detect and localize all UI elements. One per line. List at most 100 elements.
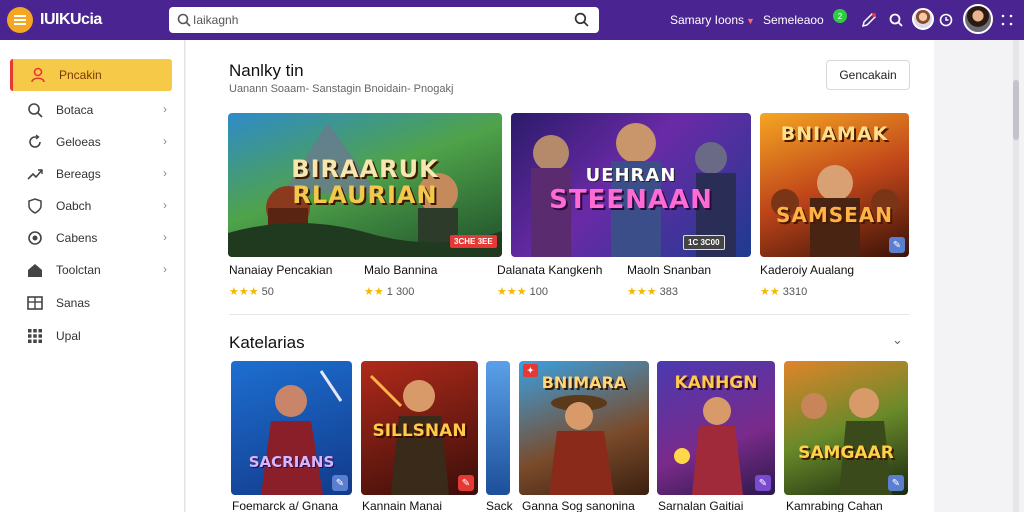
star-rating-icon: ★★ [364, 286, 384, 298]
top-link-samary[interactable]: Samary Ioons ▼ [670, 13, 755, 27]
sidebar-item-label: Upal [56, 329, 81, 343]
grid-icon [27, 296, 43, 310]
category-caption[interactable]: Ganna Sog sanonina [522, 499, 635, 512]
menu-icon[interactable] [7, 7, 33, 33]
top-link-semeleaoo[interactable]: Semeleaoo [763, 13, 824, 27]
chevron-right-icon: › [163, 102, 167, 116]
star-rating-icon: ★★★ [229, 286, 259, 298]
featured-art-title: BIRAARUK [291, 155, 439, 183]
game-title[interactable]: Dalanata Kangkenh [497, 263, 602, 277]
search-input[interactable] [193, 10, 573, 30]
sidebar-item-botaca[interactable]: Botaca › [10, 94, 172, 126]
sidebar-item-label: Cabens [56, 231, 98, 245]
featured-art-title: UEHRAN [585, 165, 677, 186]
edit-icon[interactable]: ✎ [458, 475, 474, 491]
featured-game-card[interactable]: UEHRAN STEENAAN 1C 3C00 [511, 113, 751, 257]
scrollbar[interactable] [1013, 40, 1019, 512]
sidebar-item-geloeas[interactable]: Geloeas › [10, 126, 172, 158]
category-card[interactable]: KANHGN ✎ [657, 361, 775, 495]
user-icon [31, 67, 45, 83]
category-card[interactable]: ✦ BNIMARA [519, 361, 649, 495]
star-rating-icon: ★★★ [497, 286, 527, 298]
featured-art-title: RLAURIAN [292, 181, 438, 209]
search-icon[interactable] [887, 11, 905, 29]
clock-icon[interactable] [937, 11, 955, 29]
section-subtitle: Uanann Soaam- Sanstagin Bnoidain- Pnogak… [229, 83, 454, 95]
edit-icon[interactable]: ✎ [889, 237, 905, 253]
edit-icon[interactable]: ✎ [755, 475, 771, 491]
notification-badge[interactable]: 2 [833, 9, 847, 23]
category-card[interactable]: SACRIANS ✎ [231, 361, 352, 495]
featured-art-title: SAMSEAN [775, 203, 894, 227]
refresh-icon [29, 134, 41, 148]
sidebar-item-label: Sanas [56, 296, 91, 310]
category-caption[interactable]: Kamrabing Cahan [786, 499, 883, 512]
chevron-right-icon: › [163, 262, 167, 276]
edit-icon[interactable] [860, 11, 878, 29]
game-title[interactable]: Malo Bannina [364, 263, 437, 277]
sidebar-item-label: Pncakin [59, 68, 102, 82]
category-caption[interactable]: Foemarck a/ Gnana [232, 499, 338, 512]
main-content: Nanlky tin Uanann Soaam- Sanstagin Bnoid… [186, 40, 934, 512]
search-submit-icon[interactable] [574, 12, 589, 27]
sidebar: Pncakin Botaca › Geloeas › Bereags › Oab… [0, 40, 185, 512]
sidebar-item-label: Bereags [56, 167, 101, 181]
sidebar-item-label: Toolctan [56, 263, 101, 277]
sidebar-item-cabens[interactable]: Cabens › [10, 222, 172, 254]
game-title[interactable]: Nanaiay Pencakian [229, 263, 332, 277]
search-icon [177, 13, 191, 27]
game-title[interactable]: Maoln Snanban [627, 263, 711, 277]
category-caption[interactable]: Sarnalan Gaitiai [658, 499, 743, 512]
sidebar-item-label: Botaca [56, 103, 94, 117]
category-art-title: KANHGN [674, 373, 758, 393]
game-rating: ★★ 1 300 [364, 286, 415, 298]
featured-art-title: BNIAMAK [780, 123, 889, 145]
category-art-title: SILLSNAN [372, 421, 467, 441]
category-card-partial[interactable] [486, 361, 510, 495]
user-avatar[interactable] [963, 4, 993, 34]
category-art-title: SACRIANS [248, 453, 335, 471]
search-bar[interactable] [169, 7, 599, 33]
star-rating-icon: ★★★ [627, 286, 657, 298]
sidebar-item-oabch[interactable]: Oabch › [10, 190, 172, 222]
sidebar-item-pncakin[interactable]: Pncakin [10, 59, 172, 91]
category-card[interactable]: SAMGAAR ✎ [784, 361, 908, 495]
game-rating: ★★★ 383 [627, 286, 679, 298]
categories-title: Katelarias [229, 333, 305, 352]
sidebar-item-upal[interactable]: Upal [10, 320, 172, 352]
home-icon [28, 264, 42, 277]
apps-icon [28, 329, 42, 343]
edit-icon[interactable]: ✎ [332, 475, 348, 491]
game-rating: ★★★ 100 [497, 286, 549, 298]
featured-game-card[interactable]: BNIAMAK SAMSEAN ✎ [760, 113, 909, 257]
section-title: Nanlky tin [229, 61, 304, 80]
game-rating: ★★ 3310 [760, 286, 808, 298]
sidebar-item-bereags[interactable]: Bereags › [10, 158, 172, 190]
trend-icon [27, 169, 43, 180]
price-tag: 3CHE 3EE [450, 235, 497, 248]
featured-game-card[interactable]: BIRAARUK RLAURIAN 3CHE 3EE [228, 113, 502, 257]
target-icon [28, 231, 42, 245]
scrollbar-thumb[interactable] [1013, 80, 1019, 140]
right-gutter [934, 40, 1024, 512]
sidebar-item-label: Geloeas [56, 135, 101, 149]
shield-icon [28, 198, 42, 214]
top-bar: IUIKUciа Samary Ioons▼ Semeleaoo 2 [0, 0, 1024, 40]
sidebar-item-sanas[interactable]: Sanas [10, 287, 172, 319]
chevron-down-icon: ▼ [746, 16, 755, 26]
featured-art-title: STEENAAN [549, 185, 713, 215]
chevron-right-icon: › [163, 230, 167, 244]
category-caption[interactable]: Kannain Manai [362, 499, 442, 512]
price-tag: 1C 3C00 [683, 235, 725, 250]
category-card[interactable]: SILLSNAN ✎ [361, 361, 478, 495]
game-title[interactable]: Kaderoiy Aualang [760, 263, 854, 277]
action-button[interactable]: Gencakain [826, 60, 910, 90]
edit-icon[interactable]: ✎ [888, 475, 904, 491]
sidebar-item-toolctan[interactable]: Toolctan › [10, 254, 172, 286]
chevron-down-icon[interactable]: ⌄ [892, 332, 903, 348]
chevron-right-icon: › [163, 198, 167, 212]
category-caption[interactable]: Sack [486, 499, 513, 512]
app-logo-text[interactable]: IUIKUciа [40, 11, 102, 29]
apps-grid-icon[interactable] [998, 11, 1016, 29]
avatar[interactable] [912, 8, 934, 30]
